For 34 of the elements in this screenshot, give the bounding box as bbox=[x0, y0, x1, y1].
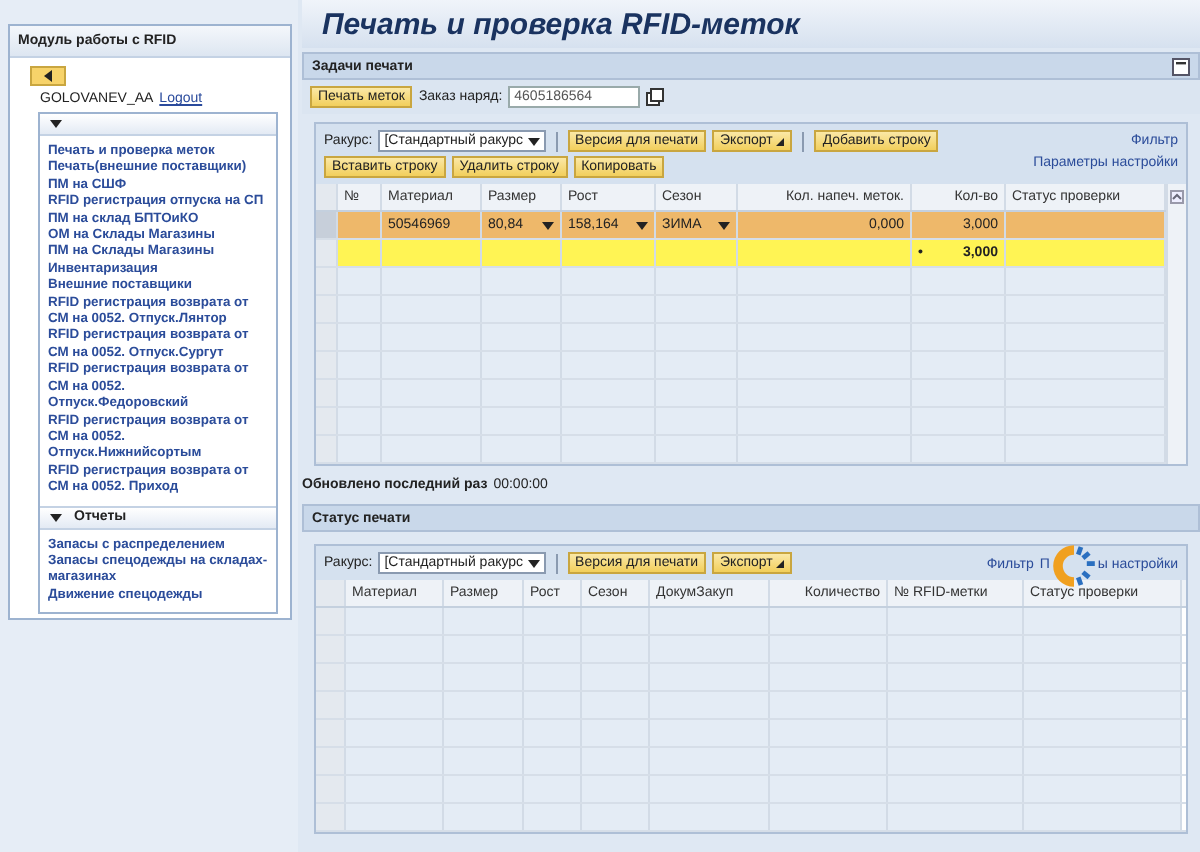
collapse-icon[interactable] bbox=[50, 513, 62, 522]
row-selector[interactable] bbox=[316, 804, 346, 830]
row-selector[interactable] bbox=[316, 380, 338, 406]
row-selector[interactable] bbox=[316, 212, 338, 238]
copy-icon[interactable] bbox=[646, 88, 665, 106]
row-selector[interactable] bbox=[316, 608, 346, 634]
row-selector[interactable] bbox=[316, 720, 346, 746]
row-selector[interactable] bbox=[316, 636, 346, 662]
dropdown-icon bbox=[527, 137, 540, 145]
back-icon bbox=[42, 70, 54, 82]
dropdown-icon bbox=[542, 221, 554, 229]
back-button[interactable] bbox=[30, 66, 66, 86]
row-selector[interactable] bbox=[316, 324, 338, 350]
menu-corner-icon bbox=[776, 137, 785, 145]
scrollbar[interactable] bbox=[1166, 184, 1186, 464]
menu-corner-icon bbox=[776, 559, 785, 567]
row-selector[interactable] bbox=[316, 776, 346, 802]
page-title: Печать и проверка RFID-меток bbox=[302, 0, 1200, 48]
dropdown-icon bbox=[718, 221, 730, 229]
row-selector[interactable] bbox=[316, 436, 338, 462]
row-selector[interactable] bbox=[316, 240, 338, 266]
row-selector[interactable] bbox=[316, 748, 346, 774]
dropdown-icon bbox=[527, 559, 540, 567]
scroll-up-icon[interactable] bbox=[1170, 190, 1184, 204]
minimize-icon[interactable] bbox=[1172, 57, 1190, 75]
row-selector[interactable] bbox=[316, 352, 338, 378]
row-selector[interactable] bbox=[316, 408, 338, 434]
collapse-icon[interactable] bbox=[50, 120, 62, 128]
row-selector[interactable] bbox=[316, 268, 338, 294]
row-selector[interactable] bbox=[316, 664, 346, 690]
dropdown-icon bbox=[636, 221, 648, 229]
row-selector[interactable] bbox=[316, 692, 346, 718]
loading-spinner-icon bbox=[1049, 541, 1098, 589]
row-selector[interactable] bbox=[316, 296, 338, 322]
